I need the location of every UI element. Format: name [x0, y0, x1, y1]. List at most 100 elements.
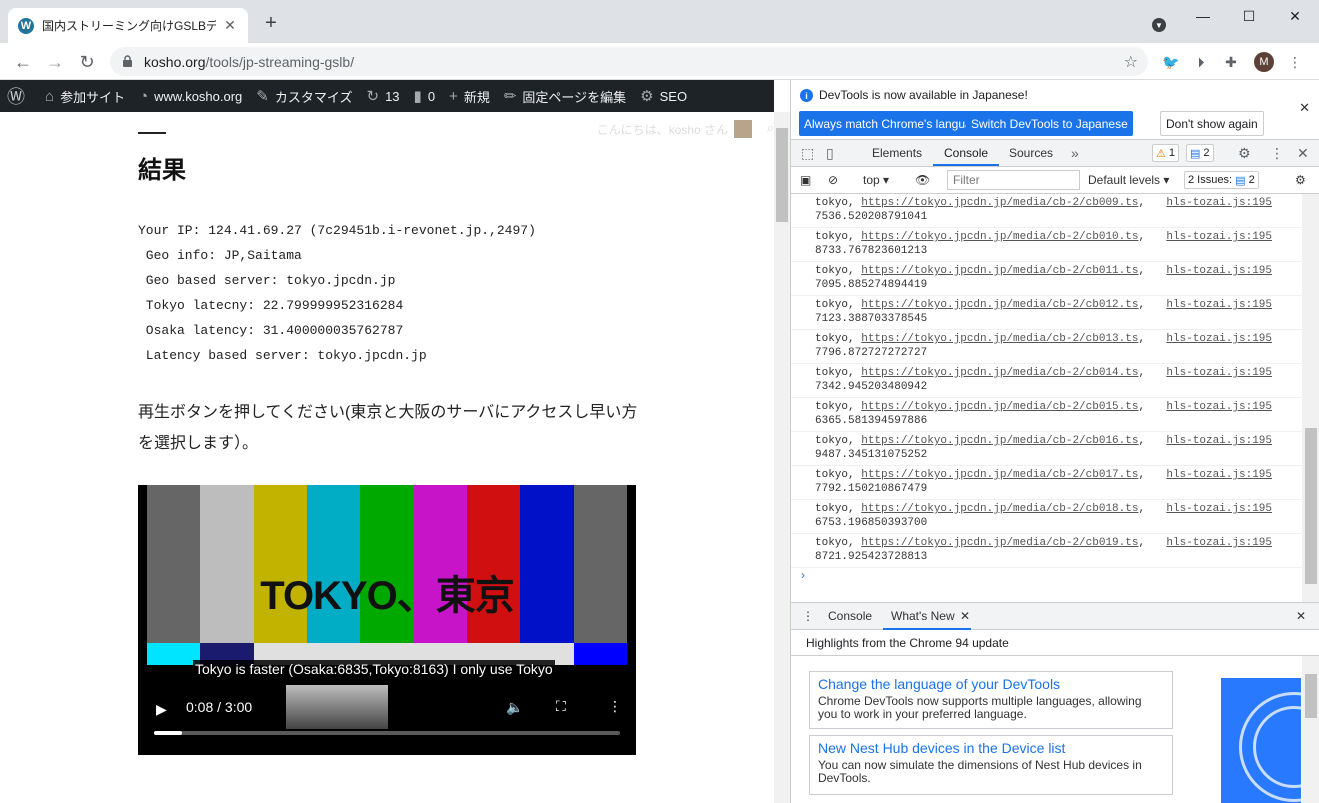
tab-console[interactable]: Console: [944, 146, 988, 160]
drawer-scroll-thumb[interactable]: [1305, 674, 1317, 718]
devtools-close-icon[interactable]: ✕: [1297, 145, 1309, 162]
log-source-link[interactable]: hls-tozai.js:195: [1166, 400, 1272, 414]
wp-admin-item-pencil[interactable]: ✏ 固定ページを編集: [497, 80, 633, 112]
media-extension-icon[interactable]: ⏵: [1190, 51, 1212, 73]
log-value: 6365.581394597886: [815, 415, 928, 427]
log-source-link[interactable]: hls-tozai.js:195: [1166, 536, 1272, 550]
warnings-counter[interactable]: ⚠ 1: [1152, 144, 1179, 162]
whats-new-close-icon[interactable]: ✕: [960, 609, 970, 623]
log-prefix: tokyo,: [815, 231, 862, 243]
search-icon[interactable]: ⌕: [767, 120, 774, 136]
customize-menu-icon[interactable]: ⋮: [1270, 145, 1284, 162]
tab-elements[interactable]: Elements: [872, 146, 922, 160]
profile-avatar[interactable]: M: [1254, 52, 1274, 72]
log-url-link[interactable]: https://tokyo.jpcdn.jp/media/cb-2/cb014.…: [861, 367, 1138, 379]
wp-admin-item-update[interactable]: ↻ 13: [360, 80, 407, 112]
log-source-link[interactable]: hls-tozai.js:195: [1166, 468, 1272, 482]
volume-icon[interactable]: 🔈: [506, 699, 523, 716]
log-source-link[interactable]: hls-tozai.js:195: [1166, 230, 1272, 244]
card-title[interactable]: New Nest Hub devices in the Device list: [818, 740, 1164, 756]
log-url-link[interactable]: https://tokyo.jpcdn.jp/media/cb-2/cb011.…: [861, 265, 1138, 277]
log-source-link[interactable]: hls-tozai.js:195: [1166, 332, 1272, 346]
wp-admin-item-seo[interactable]: ⚙ SEO: [633, 80, 694, 112]
live-expression-eye-icon[interactable]: 👁: [915, 173, 930, 187]
tab-search-icon[interactable]: ▼: [1152, 18, 1166, 32]
console-scroll-thumb[interactable]: [1305, 428, 1317, 584]
log-levels-dropdown[interactable]: Default levels ▾: [1088, 173, 1169, 187]
browser-tab[interactable]: W 国内ストリーミング向けGSLBデモ | ww ✕: [8, 8, 248, 43]
messages-counter[interactable]: ▤ 2: [1186, 144, 1214, 162]
drawer-tabs: ⋮ Console What's New ✕ ✕: [791, 602, 1319, 630]
console-scrollbar[interactable]: [1302, 194, 1319, 602]
drawer-close-icon[interactable]: ✕: [1296, 609, 1306, 623]
wp-admin-item-plus[interactable]: + 新規: [442, 80, 497, 112]
log-source-link[interactable]: hls-tozai.js:195: [1166, 298, 1272, 312]
log-url-link[interactable]: https://tokyo.jpcdn.jp/media/cb-2/cb018.…: [861, 503, 1138, 515]
video-seek-bar[interactable]: [154, 731, 620, 735]
console-filter-input[interactable]: Filter: [947, 170, 1080, 190]
page-scroll-thumb[interactable]: [776, 128, 788, 222]
fullscreen-icon[interactable]: ⛶: [556, 698, 566, 715]
new-tab-button[interactable]: +: [260, 12, 282, 34]
context-selector[interactable]: top ▾: [863, 173, 889, 187]
log-source-link[interactable]: hls-tozai.js:195: [1166, 502, 1272, 516]
forward-button[interactable]: →: [42, 49, 68, 75]
card-title[interactable]: Change the language of your DevTools: [818, 676, 1164, 692]
back-button[interactable]: ←: [10, 49, 36, 75]
log-url-link[interactable]: https://tokyo.jpcdn.jp/media/cb-2/cb009.…: [861, 197, 1138, 209]
log-url-link[interactable]: https://tokyo.jpcdn.jp/media/cb-2/cb012.…: [861, 299, 1138, 311]
minimize-button[interactable]: —: [1180, 0, 1226, 32]
wp-admin-item-sites[interactable]: ⌂ 参加サイト: [38, 80, 132, 112]
page-scrollbar[interactable]: [774, 112, 790, 803]
log-source-link[interactable]: hls-tozai.js:195: [1166, 196, 1272, 210]
settings-gear-icon[interactable]: ⚙: [1238, 145, 1251, 162]
log-url-link[interactable]: https://tokyo.jpcdn.jp/media/cb-2/cb016.…: [861, 435, 1138, 447]
clear-console-icon[interactable]: ⊘: [828, 173, 838, 187]
log-url-link[interactable]: https://tokyo.jpcdn.jp/media/cb-2/cb019.…: [861, 537, 1138, 549]
console-prompt[interactable]: ›: [791, 568, 1302, 588]
dont-show-again-button[interactable]: Don't show again: [1160, 111, 1264, 136]
log-url-link[interactable]: https://tokyo.jpcdn.jp/media/cb-2/cb015.…: [861, 401, 1138, 413]
more-options-icon[interactable]: ⋮: [608, 698, 622, 715]
switch-to-japanese-button[interactable]: Switch DevTools to Japanese: [966, 111, 1133, 136]
twitter-extension-icon[interactable]: 🐦: [1160, 51, 1182, 73]
issues-counter[interactable]: 2 Issues: ▤ 2: [1184, 171, 1259, 189]
wp-admin-item-brush[interactable]: ✎ カスタマイズ: [249, 80, 359, 112]
extensions-puzzle-icon[interactable]: ✚: [1220, 51, 1242, 73]
wp-admin-item-dashboard[interactable]: ◔ www.kosho.org: [132, 80, 249, 112]
reload-button[interactable]: ↻: [74, 49, 100, 75]
tab-sources[interactable]: Sources: [1009, 146, 1053, 160]
log-source-link[interactable]: hls-tozai.js:195: [1166, 366, 1272, 380]
wp-admin-item-wordpress-logo[interactable]: Ⓦ: [0, 80, 38, 112]
log-url-link[interactable]: https://tokyo.jpcdn.jp/media/cb-2/cb010.…: [861, 231, 1138, 243]
instruction-text: 再生ボタンを押してください(東京と大阪のサーバにアクセスし早い方を選択します）。: [138, 404, 638, 452]
drawer-menu-icon[interactable]: ⋮: [802, 609, 814, 623]
console-settings-icon[interactable]: ⚙: [1295, 173, 1306, 187]
tab-close-icon[interactable]: ✕: [222, 17, 238, 34]
play-icon[interactable]: ▶: [156, 701, 167, 718]
drawer-tab-whats-new[interactable]: What's New: [891, 609, 955, 623]
more-tabs-icon[interactable]: »: [1071, 145, 1079, 161]
greeting[interactable]: こんにちは、kosho さん: [597, 120, 752, 138]
whats-new-card[interactable]: Change the language of your DevTools Chr…: [809, 671, 1173, 729]
always-match-language-button[interactable]: Always match Chrome's language: [799, 111, 991, 136]
drawer-tab-console[interactable]: Console: [828, 609, 872, 623]
whats-new-card[interactable]: New Nest Hub devices in the Device list …: [809, 735, 1173, 795]
device-toolbar-icon[interactable]: ▯: [826, 145, 834, 162]
video-player[interactable]: TOKYO、東京 ▶ 0:08 / 3:00 🔈 ⛶ ⋮ Tokyo is fa…: [138, 485, 636, 755]
sidebar-toggle-icon[interactable]: ▣: [800, 173, 811, 187]
log-url-link[interactable]: https://tokyo.jpcdn.jp/media/cb-2/cb013.…: [861, 333, 1138, 345]
log-source-link[interactable]: hls-tozai.js:195: [1166, 434, 1272, 448]
log-prefix: tokyo,: [815, 367, 862, 379]
maximize-button[interactable]: ☐: [1226, 0, 1272, 32]
wp-admin-item-comment[interactable]: ▮ 0: [407, 80, 443, 112]
log-source-link[interactable]: hls-tozai.js:195: [1166, 264, 1272, 278]
window-close-button[interactable]: ✕: [1272, 0, 1318, 32]
inspect-element-icon[interactable]: ⬚: [801, 145, 814, 162]
chrome-menu-icon[interactable]: ⋮: [1284, 51, 1306, 73]
drawer-scrollbar[interactable]: [1302, 656, 1319, 803]
infobar-close-icon[interactable]: ✕: [1299, 100, 1310, 116]
bookmark-star-icon[interactable]: ☆: [1124, 52, 1138, 72]
log-url-link[interactable]: https://tokyo.jpcdn.jp/media/cb-2/cb017.…: [861, 469, 1138, 481]
address-bar[interactable]: kosho.org/tools/jp-streaming-gslb/ ☆: [110, 47, 1148, 76]
